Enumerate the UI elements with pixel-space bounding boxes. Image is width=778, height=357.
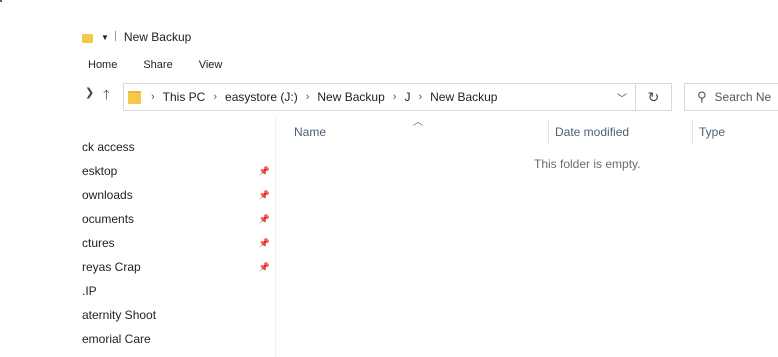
nav-item-ip[interactable]: .IP <box>82 280 272 302</box>
search-input[interactable]: ⚲ Search Ne <box>684 83 778 111</box>
recent-locations-chevron-icon[interactable]: ❯ <box>85 86 94 99</box>
chevron-right-icon[interactable]: › <box>418 91 422 103</box>
nav-item-desktop[interactable]: esktop 📌 <box>82 160 272 182</box>
chevron-right-icon[interactable]: › <box>213 91 217 103</box>
breadcrumb-this-pc[interactable]: This PC <box>163 90 206 104</box>
empty-folder-message: This folder is empty. <box>534 157 641 171</box>
column-header-label: Date modified <box>555 125 630 139</box>
folder-icon <box>82 33 93 43</box>
nav-item-label: ocuments <box>82 212 135 226</box>
chevron-right-icon[interactable]: › <box>393 91 397 103</box>
pane-divider <box>275 117 276 357</box>
navigation-pane: ck access esktop 📌 ownloads 📌 ocuments 📌… <box>0 117 275 357</box>
chevron-right-icon[interactable]: › <box>151 91 155 103</box>
quick-access-dropdown-icon[interactable]: ▼ <box>101 33 109 42</box>
pin-icon: 📌 <box>258 165 270 176</box>
column-header-type[interactable]: Type <box>699 121 725 143</box>
nav-item-documents[interactable]: ocuments 📌 <box>82 208 272 230</box>
breadcrumb-j[interactable]: J <box>404 90 410 104</box>
nav-item-label: ownloads <box>82 188 133 202</box>
column-separator[interactable] <box>548 120 549 144</box>
pin-icon: 📌 <box>258 261 270 272</box>
nav-item-shreyas-crap[interactable]: reyas Crap 📌 <box>82 256 272 278</box>
nav-item-label: emorial Care <box>82 332 151 346</box>
pin-icon: 📌 <box>258 189 270 200</box>
nav-item-pictures[interactable]: ctures 📌 <box>82 232 272 254</box>
nav-item-memorial-care[interactable]: emorial Care <box>82 328 272 350</box>
nav-item-label: aternity Shoot <box>82 308 157 322</box>
title-bar: ▼ New Backup <box>82 26 191 46</box>
address-bar[interactable]: › This PC › easystore (J:) › New Backup … <box>123 83 636 111</box>
tab-home[interactable]: Home <box>82 59 123 71</box>
search-icon: ⚲ <box>697 89 707 104</box>
nav-item-label: ck access <box>82 140 135 154</box>
column-separator[interactable] <box>692 120 693 144</box>
pin-icon: 📌 <box>258 237 270 248</box>
nav-item-quick-access[interactable]: ck access <box>82 136 272 158</box>
breadcrumb-new-backup[interactable]: New Backup <box>317 90 384 104</box>
column-header-name[interactable]: Name <box>294 121 326 143</box>
column-header-label: Name <box>294 125 327 139</box>
chevron-down-icon[interactable]: ﹀ <box>617 90 627 105</box>
column-header-date-modified[interactable]: Date modified <box>555 121 629 143</box>
refresh-icon: ↻ <box>647 88 660 105</box>
nav-item-label: ctures <box>82 236 115 250</box>
sort-ascending-icon: ︿ <box>413 117 423 128</box>
corner-dot <box>0 0 2 2</box>
tab-view[interactable]: View <box>193 59 229 71</box>
refresh-button[interactable]: ↻ <box>636 83 672 111</box>
nav-item-downloads[interactable]: ownloads 📌 <box>82 184 272 206</box>
file-explorer-window: ▼ New Backup Home Share View ❯ 🡑 › This … <box>0 0 778 357</box>
nav-item-label: .IP <box>82 284 97 298</box>
nav-item-label: reyas Crap <box>82 260 141 274</box>
chevron-right-icon[interactable]: › <box>306 91 310 103</box>
up-arrow-icon[interactable]: 🡑 <box>103 86 110 108</box>
window-title: New Backup <box>123 30 192 44</box>
column-header-label: Type <box>699 125 726 139</box>
folder-icon <box>128 90 141 104</box>
tab-share[interactable]: Share <box>137 59 178 71</box>
title-separator <box>114 31 116 41</box>
nav-item-label: esktop <box>82 164 118 178</box>
ribbon-tabs: Home Share View <box>82 54 242 76</box>
search-placeholder: Search Ne <box>714 90 772 104</box>
breadcrumb-easystore[interactable]: easystore (J:) <box>225 90 298 104</box>
breadcrumb-new-backup-current[interactable]: New Backup <box>430 90 497 104</box>
nav-item-maternity-shoot[interactable]: aternity Shoot <box>82 304 272 326</box>
pin-icon: 📌 <box>258 213 270 224</box>
